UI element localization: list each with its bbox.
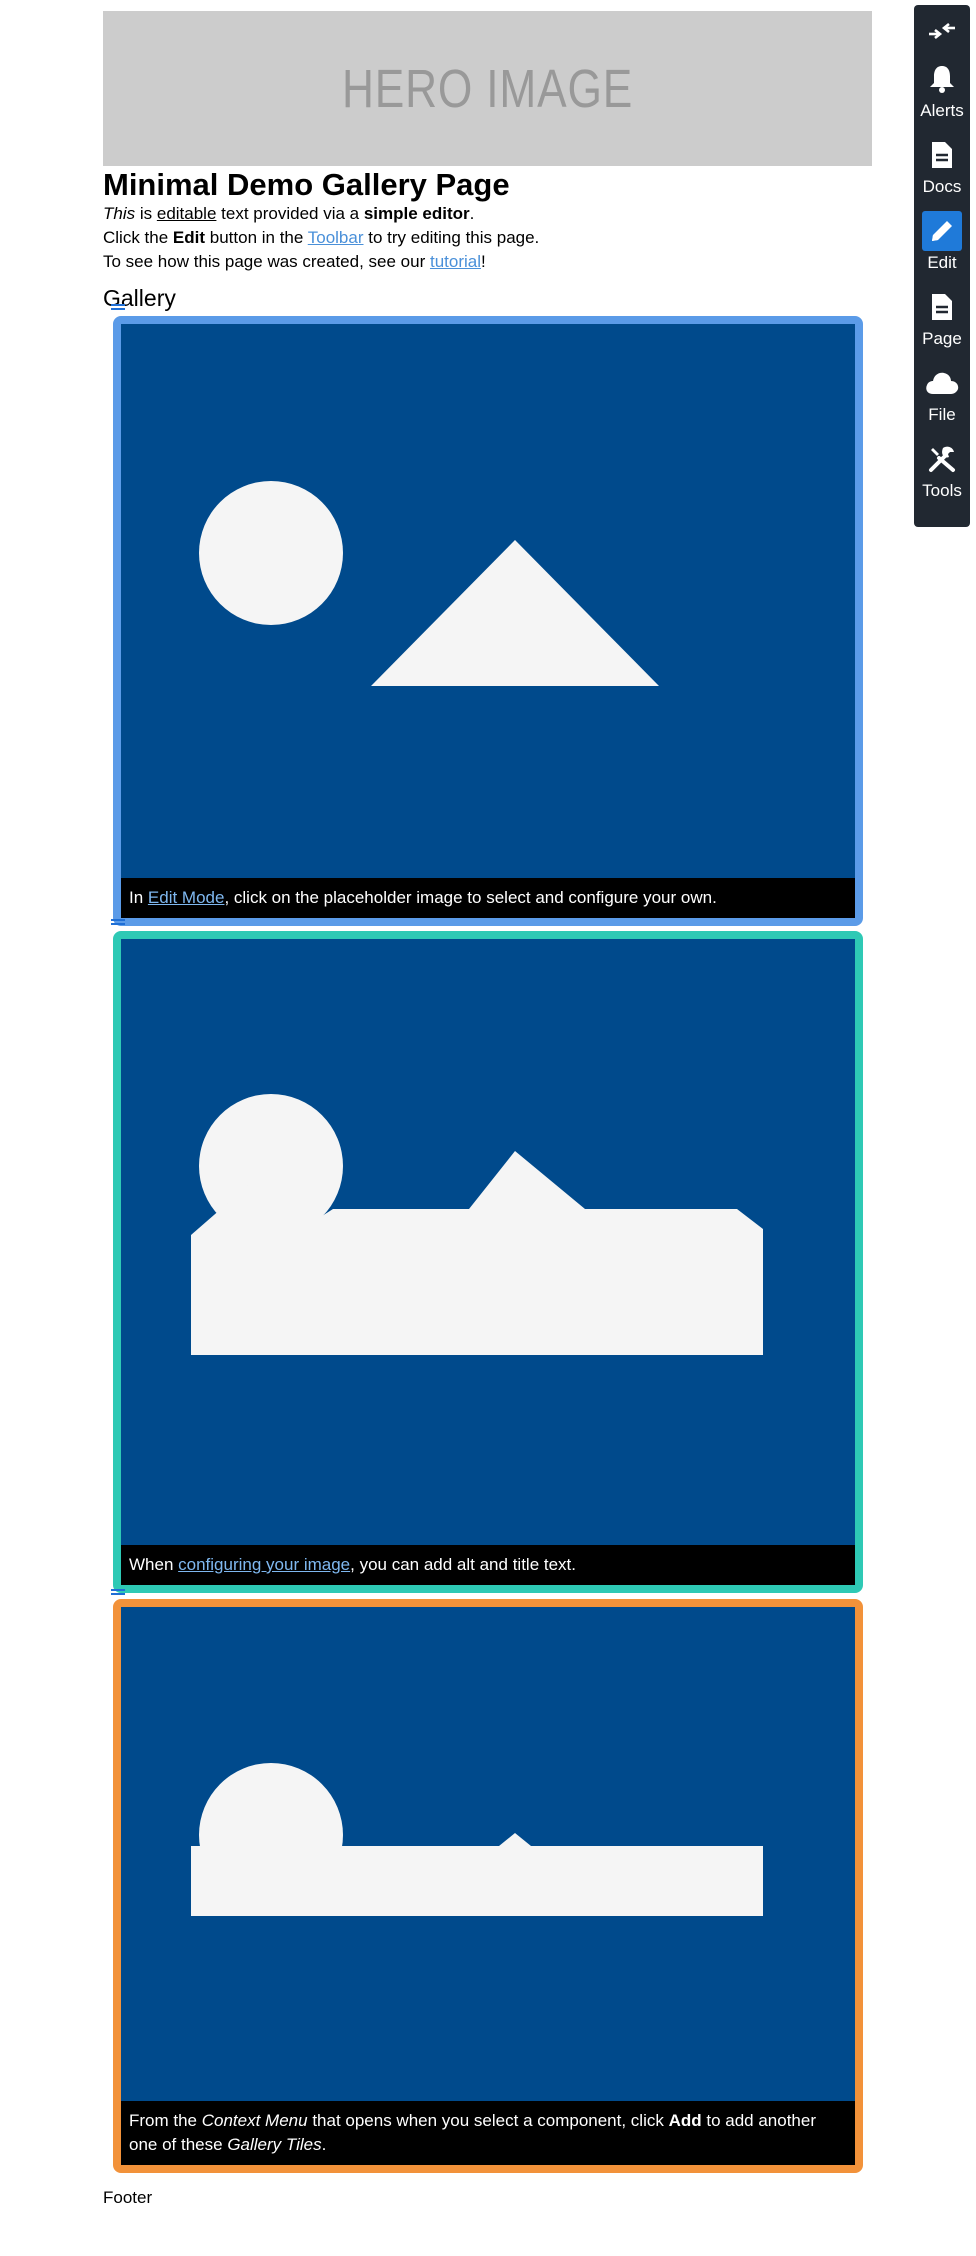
- toolbar-docs-button[interactable]: Docs: [914, 135, 970, 211]
- cloud-icon: [922, 363, 962, 403]
- placeholder-image-icon: [191, 1094, 763, 1355]
- toolbar-link[interactable]: Toolbar: [308, 228, 364, 247]
- toolbar-collapse-button[interactable]: [914, 11, 970, 59]
- toolbar-file-label: File: [928, 405, 956, 424]
- bell-icon: [922, 59, 962, 99]
- page: HERO IMAGE Minimal Demo Gallery Page Thi…: [0, 0, 976, 2256]
- document-icon: [922, 135, 962, 175]
- intro-line-3: To see how this page was created, see ou…: [103, 252, 486, 271]
- intro-line-2: Click the Edit button in the Toolbar to …: [103, 228, 540, 247]
- drag-handle-icon[interactable]: [111, 919, 125, 925]
- tile-caption: From the Context Menu that opens when yo…: [121, 2101, 855, 2165]
- gallery-tile[interactable]: In Edit Mode, click on the placeholder i…: [113, 316, 863, 926]
- toolbar-page-label: Page: [922, 329, 962, 348]
- gallery-tile[interactable]: When configuring your image, you can add…: [113, 931, 863, 1593]
- edit-mode-link[interactable]: Edit Mode: [148, 888, 225, 907]
- drag-handle-icon[interactable]: [111, 1589, 125, 1595]
- tile-caption: In Edit Mode, click on the placeholder i…: [121, 878, 855, 918]
- toolbar-alerts-label: Alerts: [920, 101, 964, 120]
- toolbar-edit-button[interactable]: Edit: [914, 211, 970, 287]
- hero-image-label: HERO IMAGE: [341, 58, 634, 119]
- placeholder-image-icon: [199, 481, 659, 686]
- editable-term: editable: [156, 204, 217, 223]
- configuring-image-link[interactable]: configuring your image: [178, 1555, 350, 1574]
- pencil-icon: [922, 211, 962, 251]
- toolbar-docs-label: Docs: [922, 177, 962, 196]
- tools-icon: [922, 439, 962, 479]
- drag-handle-icon[interactable]: [111, 304, 125, 310]
- collapse-icon: [922, 11, 962, 51]
- toolbar-file-button[interactable]: File: [914, 363, 970, 439]
- gallery-tile[interactable]: From the Context Menu that opens when yo…: [113, 1599, 863, 2173]
- toolbar-tools-label: Tools: [922, 481, 962, 500]
- tutorial-link[interactable]: tutorial: [430, 252, 481, 271]
- page-title: Minimal Demo Gallery Page: [103, 167, 510, 202]
- intro-line-1: This is editable text provided via a sim…: [103, 204, 475, 223]
- page-icon: [922, 287, 962, 327]
- hero-image[interactable]: HERO IMAGE: [103, 11, 872, 166]
- toolbar: Alerts Docs Edit Page File Tools: [914, 5, 970, 527]
- tile-caption: When configuring your image, you can add…: [121, 1545, 855, 1585]
- toolbar-tools-button[interactable]: Tools: [914, 439, 970, 515]
- intro-text[interactable]: This is editable text provided via a sim…: [103, 202, 539, 274]
- toolbar-alerts-button[interactable]: Alerts: [914, 59, 970, 135]
- toolbar-page-button[interactable]: Page: [914, 287, 970, 363]
- footer: Footer: [103, 2188, 153, 2207]
- toolbar-edit-label: Edit: [927, 253, 957, 272]
- placeholder-image-icon: [191, 1763, 763, 1916]
